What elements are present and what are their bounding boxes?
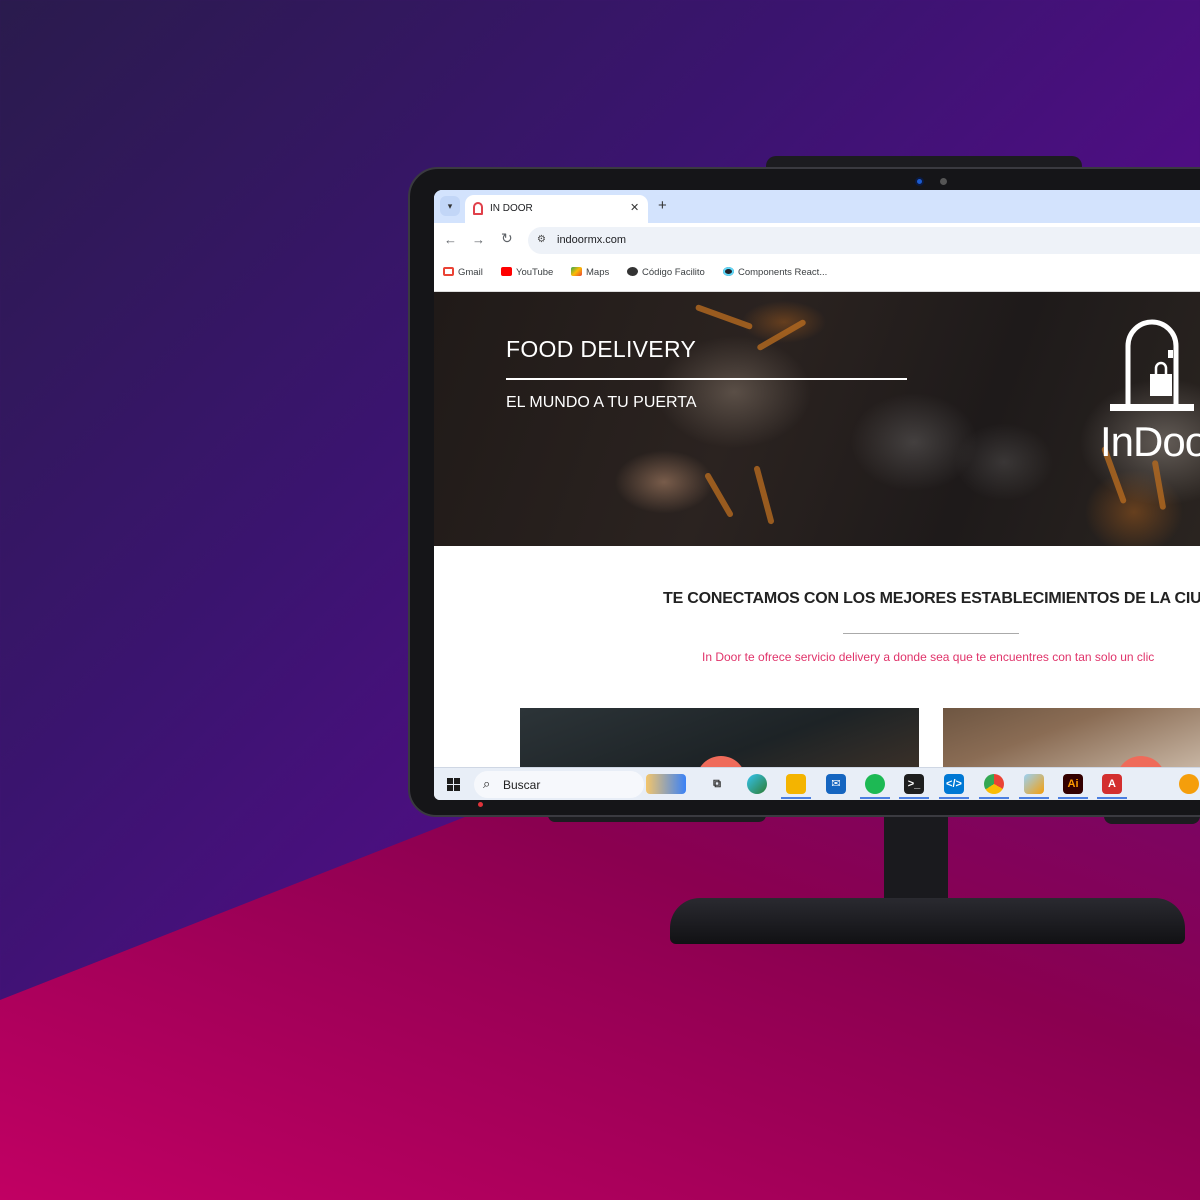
paint-icon[interactable] <box>1024 774 1044 794</box>
windows-start-icon[interactable] <box>447 778 460 791</box>
codigo-facilito-icon <box>627 267 638 276</box>
taskbar-search-label: Buscar <box>503 778 541 792</box>
bookmark-youtube[interactable]: YouTube <box>501 267 553 278</box>
bookmark-components-react[interactable]: Components React... <box>723 267 827 278</box>
restaurant-card[interactable] <box>943 708 1200 768</box>
hero-photo-detail <box>753 465 775 525</box>
hero-photo-detail <box>703 471 735 519</box>
gmail-icon <box>443 267 454 276</box>
taskbar-indicator <box>781 797 811 799</box>
hero-divider <box>506 378 907 380</box>
file-explorer-icon[interactable] <box>786 774 806 794</box>
monitor-stand-base <box>670 898 1185 944</box>
screen: ▾ IN DOOR ✕ + ← → ↻ ⚙ indoormx.com Gmail… <box>434 190 1200 800</box>
hero-photo-detail <box>1151 459 1167 511</box>
section-subtitle: In Door te ofrece servicio delivery a do… <box>702 650 1155 664</box>
hero-banner: FOOD DELIVERY EL MUNDO A TU PUERTA InDoo… <box>434 292 1200 546</box>
tab-close-icon[interactable]: ✕ <box>630 201 639 214</box>
indoor-favicon-icon <box>473 202 483 215</box>
address-bar-url: indoormx.com <box>557 234 627 246</box>
taskbar-indicator <box>939 797 969 799</box>
camera-sensor-icon <box>940 178 947 185</box>
browser-toolbar: ← → ↻ ⚙ indoormx.com <box>434 223 1200 257</box>
tray-icon[interactable] <box>1179 774 1199 794</box>
chrome-icon[interactable] <box>984 774 1004 794</box>
acrobat-icon[interactable]: A <box>1102 774 1122 794</box>
youtube-icon <box>501 267 512 276</box>
hero-photo-detail <box>756 318 807 352</box>
vscode-icon[interactable]: </> <box>944 774 964 794</box>
illustrator-icon[interactable]: Ai <box>1063 774 1083 794</box>
taskbar-indicator <box>1058 797 1088 799</box>
webcam-icon <box>915 177 924 186</box>
section-divider <box>843 633 1019 634</box>
taskbar-search[interactable]: ⌕ Buscar <box>474 771 644 798</box>
browser-tabbar: ▾ IN DOOR ✕ + <box>434 190 1200 223</box>
terminal-icon[interactable]: >_ <box>904 774 924 794</box>
react-icon <box>723 267 734 276</box>
edge-icon[interactable] <box>747 774 767 794</box>
bookmark-codigo-facilito[interactable]: Código Facilito <box>627 267 705 278</box>
bookmark-gmail[interactable]: Gmail <box>443 267 483 278</box>
task-view-icon[interactable]: ⧉ <box>707 774 727 794</box>
maps-icon <box>571 267 582 276</box>
bookmarks-bar: Gmail YouTube Maps Código Facilito Compo… <box>434 257 1200 292</box>
mail-icon[interactable]: ✉ <box>826 774 846 794</box>
address-bar[interactable]: ⚙ indoormx.com <box>528 227 1200 254</box>
section-title: TE CONECTAMOS CON LOS MEJORES ESTABLECIM… <box>663 590 1200 607</box>
tab-search-dropdown-icon[interactable]: ▾ <box>440 196 460 216</box>
taskbar-indicator <box>1097 797 1127 799</box>
search-highlight-icon[interactable] <box>646 774 686 794</box>
back-arrow-icon[interactable]: ← <box>444 232 457 247</box>
search-icon: ⌕ <box>483 776 491 791</box>
hero-photo-detail <box>694 303 754 331</box>
hero-title: FOOD DELIVERY <box>506 336 697 362</box>
reload-icon[interactable]: ↻ <box>501 230 513 247</box>
power-led <box>478 802 483 807</box>
hero-subtitle: EL MUNDO A TU PUERTA <box>506 394 697 411</box>
taskbar-indicator <box>899 797 929 799</box>
taskbar-indicator <box>979 797 1009 799</box>
browser-tab-active[interactable]: IN DOOR ✕ <box>465 195 648 223</box>
tab-title: IN DOOR <box>490 203 533 214</box>
bookmark-maps[interactable]: Maps <box>571 267 609 278</box>
spotify-icon[interactable] <box>865 774 885 794</box>
taskbar-indicator <box>1019 797 1049 799</box>
taskbar-indicator <box>860 797 890 799</box>
indoor-logo-icon <box>1110 319 1194 411</box>
new-tab-icon[interactable]: + <box>658 197 667 214</box>
logo-text: InDoor <box>1100 418 1200 465</box>
forward-arrow-icon[interactable]: → <box>472 232 485 247</box>
site-info-icon[interactable]: ⚙ <box>537 234 546 245</box>
windows-taskbar: ⌕ Buscar ⧉ ✉ >_ </> Ai A <box>434 767 1200 800</box>
